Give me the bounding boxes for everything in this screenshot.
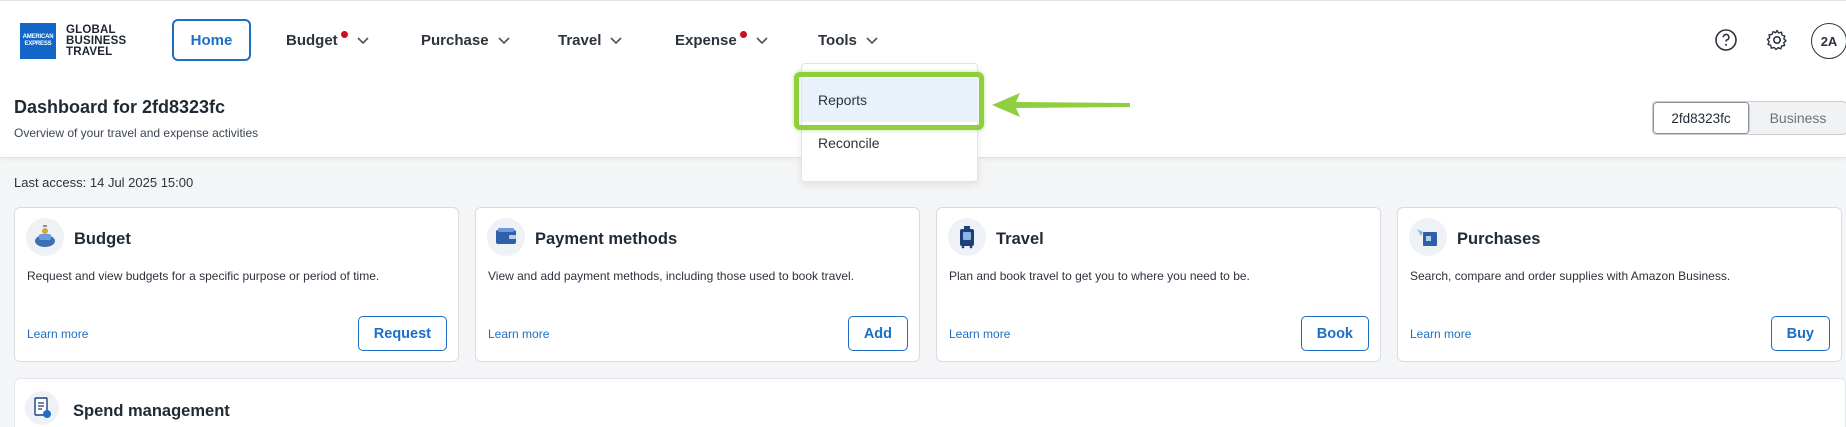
budget-card: Budget Request and view budgets for a sp… [14, 207, 459, 362]
page-subtitle: Overview of your travel and expense acti… [14, 126, 259, 140]
account-option-business[interactable]: Business [1750, 102, 1846, 134]
notification-dot [340, 30, 348, 38]
card-description: Request and view budgets for a specific … [27, 269, 380, 283]
travel-card: Travel Plan and book travel to get you t… [936, 207, 1381, 362]
chevron-down-icon [610, 37, 622, 45]
nav-tools[interactable]: Tools [818, 19, 879, 61]
notification-dot [739, 30, 747, 38]
card-description: View and add payment methods, including … [488, 269, 855, 283]
account-switcher: 2fd8323fc Business [1652, 101, 1846, 135]
spend-management-card: Spend management [14, 378, 1846, 427]
shopping-bag-icon [1409, 218, 1447, 256]
pointer-arrow-icon [992, 93, 1130, 117]
nav-budget-label: Budget [286, 31, 338, 49]
card-title: Travel [996, 230, 1044, 248]
nav-home[interactable]: Home [172, 19, 251, 61]
amex-gbt-logo[interactable]: AMERICAN EXPRESS GLOBAL BUSINESS TRAVEL [20, 23, 126, 59]
chevron-down-icon [866, 37, 878, 45]
purchases-card: Purchases Search, compare and order supp… [1397, 207, 1842, 362]
last-access-text: Last access: 14 Jul 2025 15:00 [14, 175, 194, 190]
card-title: Payment methods [535, 230, 678, 248]
gear-icon[interactable] [1765, 28, 1789, 52]
suitcase-icon [948, 218, 986, 256]
account-option-personal[interactable]: 2fd8323fc [1653, 102, 1750, 134]
book-travel-button[interactable]: Book [1300, 316, 1369, 351]
nav-purchase[interactable]: Purchase [421, 19, 511, 61]
nav-purchase-label: Purchase [421, 31, 489, 49]
amex-logo-box: AMERICAN EXPRESS [20, 23, 56, 59]
learn-more-link[interactable]: Learn more [27, 327, 88, 341]
logo-wordmark: GLOBAL BUSINESS TRAVEL [66, 23, 127, 58]
nav-tools-label: Tools [818, 31, 857, 49]
budget-icon [26, 218, 64, 256]
card-description: Search, compare and order supplies with … [1410, 269, 1731, 283]
document-icon [25, 391, 59, 425]
card-title: Budget [74, 230, 131, 248]
user-avatar[interactable]: 2A [1811, 23, 1846, 59]
nav-travel-label: Travel [558, 31, 602, 49]
main-nav: Home [172, 19, 251, 61]
buy-button[interactable]: Buy [1770, 316, 1830, 351]
help-icon[interactable] [1714, 28, 1738, 52]
nav-travel[interactable]: Travel [558, 19, 623, 61]
wallet-icon [487, 218, 525, 256]
request-budget-button[interactable]: Request [357, 316, 447, 351]
learn-more-link[interactable]: Learn more [949, 327, 1010, 341]
add-payment-method-button[interactable]: Add [847, 316, 908, 351]
page-title: Dashboard for 2fd8323fc [14, 97, 226, 117]
nav-expense[interactable]: Expense [675, 19, 769, 61]
chevron-down-icon [357, 37, 369, 45]
card-title: Spend management [73, 402, 230, 420]
learn-more-link[interactable]: Learn more [488, 327, 549, 341]
highlight-box [794, 72, 984, 130]
nav-expense-label: Expense [675, 31, 737, 49]
chevron-down-icon [756, 37, 768, 45]
card-title: Purchases [1457, 230, 1541, 248]
learn-more-link[interactable]: Learn more [1410, 327, 1471, 341]
payment-methods-card: Payment methods View and add payment met… [475, 207, 920, 362]
card-description: Plan and book travel to get you to where… [949, 269, 1250, 283]
nav-budget[interactable]: Budget [286, 19, 370, 61]
chevron-down-icon [497, 37, 510, 45]
